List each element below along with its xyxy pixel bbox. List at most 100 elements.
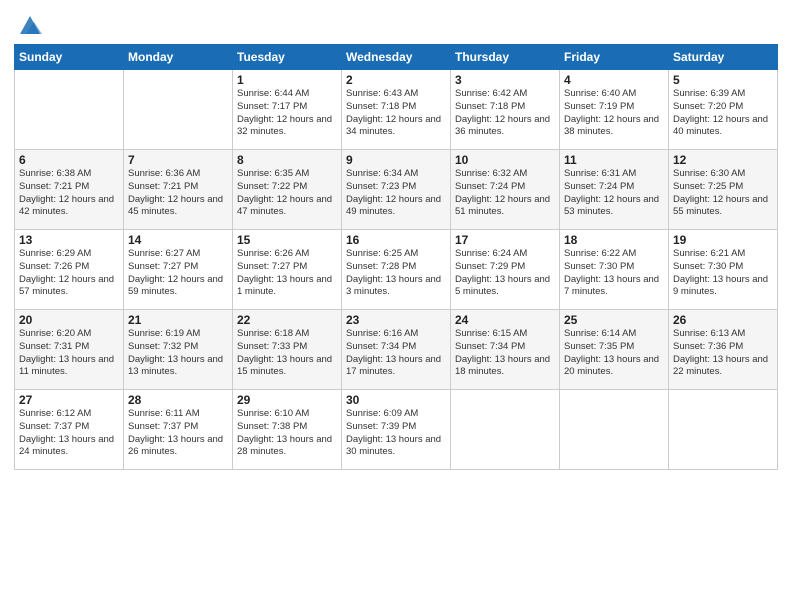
logo xyxy=(14,10,44,38)
day-info: Sunrise: 6:34 AM Sunset: 7:23 PM Dayligh… xyxy=(346,168,446,219)
day-number: 14 xyxy=(128,233,228,247)
calendar-cell: 26Sunrise: 6:13 AM Sunset: 7:36 PM Dayli… xyxy=(669,310,778,390)
day-number: 18 xyxy=(564,233,664,247)
day-number: 3 xyxy=(455,73,555,87)
calendar-cell: 23Sunrise: 6:16 AM Sunset: 7:34 PM Dayli… xyxy=(342,310,451,390)
day-info: Sunrise: 6:14 AM Sunset: 7:35 PM Dayligh… xyxy=(564,328,664,379)
day-info: Sunrise: 6:24 AM Sunset: 7:29 PM Dayligh… xyxy=(455,248,555,299)
calendar-cell: 22Sunrise: 6:18 AM Sunset: 7:33 PM Dayli… xyxy=(233,310,342,390)
day-info: Sunrise: 6:44 AM Sunset: 7:17 PM Dayligh… xyxy=(237,88,337,139)
day-info: Sunrise: 6:30 AM Sunset: 7:25 PM Dayligh… xyxy=(673,168,773,219)
day-info: Sunrise: 6:13 AM Sunset: 7:36 PM Dayligh… xyxy=(673,328,773,379)
day-number: 30 xyxy=(346,393,446,407)
day-info: Sunrise: 6:20 AM Sunset: 7:31 PM Dayligh… xyxy=(19,328,119,379)
weekday-header-friday: Friday xyxy=(560,45,669,70)
calendar-cell: 2Sunrise: 6:43 AM Sunset: 7:18 PM Daylig… xyxy=(342,70,451,150)
calendar-cell: 25Sunrise: 6:14 AM Sunset: 7:35 PM Dayli… xyxy=(560,310,669,390)
calendar-cell: 13Sunrise: 6:29 AM Sunset: 7:26 PM Dayli… xyxy=(15,230,124,310)
day-info: Sunrise: 6:26 AM Sunset: 7:27 PM Dayligh… xyxy=(237,248,337,299)
day-number: 8 xyxy=(237,153,337,167)
day-number: 7 xyxy=(128,153,228,167)
day-number: 12 xyxy=(673,153,773,167)
day-number: 6 xyxy=(19,153,119,167)
day-info: Sunrise: 6:21 AM Sunset: 7:30 PM Dayligh… xyxy=(673,248,773,299)
calendar-week-3: 13Sunrise: 6:29 AM Sunset: 7:26 PM Dayli… xyxy=(15,230,778,310)
day-info: Sunrise: 6:29 AM Sunset: 7:26 PM Dayligh… xyxy=(19,248,119,299)
day-number: 5 xyxy=(673,73,773,87)
calendar-cell: 17Sunrise: 6:24 AM Sunset: 7:29 PM Dayli… xyxy=(451,230,560,310)
weekday-row: SundayMondayTuesdayWednesdayThursdayFrid… xyxy=(15,45,778,70)
day-info: Sunrise: 6:39 AM Sunset: 7:20 PM Dayligh… xyxy=(673,88,773,139)
calendar-cell xyxy=(451,390,560,470)
logo-icon xyxy=(16,10,44,38)
calendar-cell: 9Sunrise: 6:34 AM Sunset: 7:23 PM Daylig… xyxy=(342,150,451,230)
calendar-cell: 15Sunrise: 6:26 AM Sunset: 7:27 PM Dayli… xyxy=(233,230,342,310)
day-number: 4 xyxy=(564,73,664,87)
weekday-header-sunday: Sunday xyxy=(15,45,124,70)
weekday-header-tuesday: Tuesday xyxy=(233,45,342,70)
day-info: Sunrise: 6:36 AM Sunset: 7:21 PM Dayligh… xyxy=(128,168,228,219)
weekday-header-thursday: Thursday xyxy=(451,45,560,70)
weekday-header-wednesday: Wednesday xyxy=(342,45,451,70)
calendar-week-2: 6Sunrise: 6:38 AM Sunset: 7:21 PM Daylig… xyxy=(15,150,778,230)
day-number: 24 xyxy=(455,313,555,327)
calendar-cell: 29Sunrise: 6:10 AM Sunset: 7:38 PM Dayli… xyxy=(233,390,342,470)
calendar-cell xyxy=(560,390,669,470)
day-number: 29 xyxy=(237,393,337,407)
day-number: 15 xyxy=(237,233,337,247)
day-info: Sunrise: 6:16 AM Sunset: 7:34 PM Dayligh… xyxy=(346,328,446,379)
day-number: 2 xyxy=(346,73,446,87)
day-number: 26 xyxy=(673,313,773,327)
calendar-header: SundayMondayTuesdayWednesdayThursdayFrid… xyxy=(15,45,778,70)
weekday-header-saturday: Saturday xyxy=(669,45,778,70)
day-info: Sunrise: 6:25 AM Sunset: 7:28 PM Dayligh… xyxy=(346,248,446,299)
day-number: 11 xyxy=(564,153,664,167)
day-number: 19 xyxy=(673,233,773,247)
calendar-week-4: 20Sunrise: 6:20 AM Sunset: 7:31 PM Dayli… xyxy=(15,310,778,390)
calendar-cell: 8Sunrise: 6:35 AM Sunset: 7:22 PM Daylig… xyxy=(233,150,342,230)
calendar-cell xyxy=(669,390,778,470)
day-number: 25 xyxy=(564,313,664,327)
day-number: 10 xyxy=(455,153,555,167)
day-info: Sunrise: 6:43 AM Sunset: 7:18 PM Dayligh… xyxy=(346,88,446,139)
day-number: 28 xyxy=(128,393,228,407)
calendar-cell: 4Sunrise: 6:40 AM Sunset: 7:19 PM Daylig… xyxy=(560,70,669,150)
day-info: Sunrise: 6:40 AM Sunset: 7:19 PM Dayligh… xyxy=(564,88,664,139)
day-number: 17 xyxy=(455,233,555,247)
calendar-cell: 19Sunrise: 6:21 AM Sunset: 7:30 PM Dayli… xyxy=(669,230,778,310)
day-number: 21 xyxy=(128,313,228,327)
calendar-cell xyxy=(15,70,124,150)
day-info: Sunrise: 6:38 AM Sunset: 7:21 PM Dayligh… xyxy=(19,168,119,219)
calendar-cell: 27Sunrise: 6:12 AM Sunset: 7:37 PM Dayli… xyxy=(15,390,124,470)
day-number: 27 xyxy=(19,393,119,407)
calendar-cell: 20Sunrise: 6:20 AM Sunset: 7:31 PM Dayli… xyxy=(15,310,124,390)
day-info: Sunrise: 6:22 AM Sunset: 7:30 PM Dayligh… xyxy=(564,248,664,299)
day-number: 9 xyxy=(346,153,446,167)
calendar-week-1: 1Sunrise: 6:44 AM Sunset: 7:17 PM Daylig… xyxy=(15,70,778,150)
day-number: 23 xyxy=(346,313,446,327)
calendar-cell: 7Sunrise: 6:36 AM Sunset: 7:21 PM Daylig… xyxy=(124,150,233,230)
header xyxy=(14,10,778,38)
calendar-cell: 1Sunrise: 6:44 AM Sunset: 7:17 PM Daylig… xyxy=(233,70,342,150)
calendar-cell: 21Sunrise: 6:19 AM Sunset: 7:32 PM Dayli… xyxy=(124,310,233,390)
calendar-cell: 24Sunrise: 6:15 AM Sunset: 7:34 PM Dayli… xyxy=(451,310,560,390)
calendar-body: 1Sunrise: 6:44 AM Sunset: 7:17 PM Daylig… xyxy=(15,70,778,470)
day-info: Sunrise: 6:10 AM Sunset: 7:38 PM Dayligh… xyxy=(237,408,337,459)
calendar-cell: 3Sunrise: 6:42 AM Sunset: 7:18 PM Daylig… xyxy=(451,70,560,150)
day-info: Sunrise: 6:18 AM Sunset: 7:33 PM Dayligh… xyxy=(237,328,337,379)
calendar-cell: 10Sunrise: 6:32 AM Sunset: 7:24 PM Dayli… xyxy=(451,150,560,230)
calendar-cell: 5Sunrise: 6:39 AM Sunset: 7:20 PM Daylig… xyxy=(669,70,778,150)
calendar-week-5: 27Sunrise: 6:12 AM Sunset: 7:37 PM Dayli… xyxy=(15,390,778,470)
day-number: 20 xyxy=(19,313,119,327)
calendar-cell: 12Sunrise: 6:30 AM Sunset: 7:25 PM Dayli… xyxy=(669,150,778,230)
day-info: Sunrise: 6:15 AM Sunset: 7:34 PM Dayligh… xyxy=(455,328,555,379)
day-info: Sunrise: 6:27 AM Sunset: 7:27 PM Dayligh… xyxy=(128,248,228,299)
calendar-table: SundayMondayTuesdayWednesdayThursdayFrid… xyxy=(14,44,778,470)
page: SundayMondayTuesdayWednesdayThursdayFrid… xyxy=(0,0,792,612)
weekday-header-monday: Monday xyxy=(124,45,233,70)
day-info: Sunrise: 6:19 AM Sunset: 7:32 PM Dayligh… xyxy=(128,328,228,379)
calendar-cell: 14Sunrise: 6:27 AM Sunset: 7:27 PM Dayli… xyxy=(124,230,233,310)
calendar-cell xyxy=(124,70,233,150)
calendar-cell: 11Sunrise: 6:31 AM Sunset: 7:24 PM Dayli… xyxy=(560,150,669,230)
calendar-cell: 28Sunrise: 6:11 AM Sunset: 7:37 PM Dayli… xyxy=(124,390,233,470)
